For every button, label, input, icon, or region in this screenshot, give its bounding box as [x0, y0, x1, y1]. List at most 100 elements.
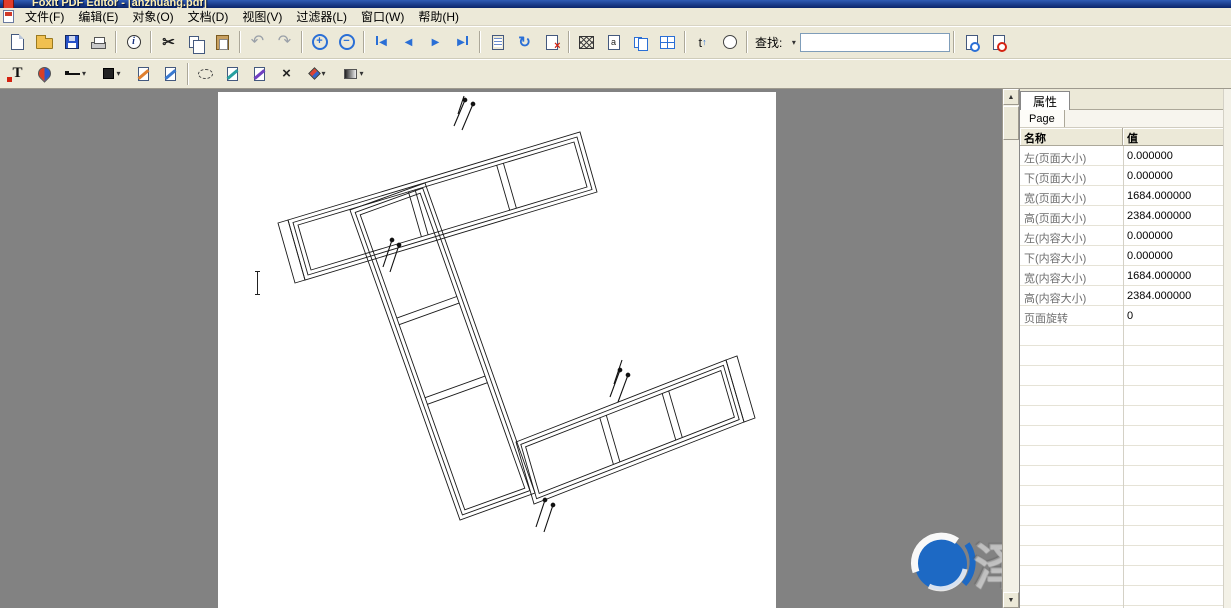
cut-icon: ✂ [162, 35, 175, 50]
property-name: 左(页面大小) [1020, 146, 1123, 165]
color-drop-button[interactable] [31, 61, 58, 86]
main-toolbar: i ✂ ↶ ↷ + − ◀ ◀ ▶ ▶ ↻ × a t↑ 查找: ▾ [0, 26, 1231, 59]
scroll-up-button[interactable]: ▲ [1003, 89, 1019, 105]
redo-button[interactable]: ↷ [271, 30, 298, 55]
text-tool-button[interactable]: T [4, 61, 31, 86]
property-row[interactable]: 高(内容大小) 2384.000000 [1020, 286, 1231, 306]
rotate-page-button[interactable]: ↻ [511, 30, 538, 55]
menu-bar: 文件(F) 编辑(E) 对象(O) 文档(D) 视图(V) 过滤器(L) 窗口(… [0, 8, 1231, 26]
toolbar-separator [187, 63, 189, 85]
name-column-header[interactable]: 名称 [1020, 128, 1123, 146]
property-row[interactable]: 高(页面大小) 2384.000000 [1020, 206, 1231, 226]
menu-object[interactable]: 对象(O) [125, 7, 180, 27]
property-row[interactable]: 下(内容大小) 0.000000 [1020, 246, 1231, 266]
two-page-icon [634, 37, 642, 48]
text-cursor [257, 271, 258, 295]
pdf-page[interactable] [218, 92, 776, 608]
text-tool-icon: T [12, 65, 22, 82]
property-row[interactable]: 页面旋转 0 [1020, 306, 1231, 326]
menu-help[interactable]: 帮助(H) [411, 7, 466, 27]
zoom-out-button[interactable]: − [333, 30, 360, 55]
menu-window[interactable]: 窗口(W) [354, 7, 411, 27]
scroll-down-button[interactable]: ▼ [1003, 592, 1019, 608]
multi-page-view-button[interactable] [654, 30, 681, 55]
panel-scroll-strip[interactable] [1223, 89, 1231, 608]
color-swatch-button[interactable]: ▾ [300, 61, 336, 86]
open-button[interactable] [31, 30, 58, 55]
property-row[interactable]: 宽(页面大小) 1684.000000 [1020, 186, 1231, 206]
transform-scale-icon [254, 67, 265, 81]
toolbar-separator [301, 31, 303, 53]
property-value[interactable]: 0 [1123, 306, 1223, 325]
lasso-select-button[interactable] [192, 61, 219, 86]
prev-page-button[interactable]: ◀ [395, 30, 422, 55]
find-options-button[interactable]: ▾ [785, 30, 800, 55]
property-value[interactable]: 0.000000 [1123, 246, 1223, 265]
last-page-icon: ▶ [457, 36, 468, 48]
document-info-button[interactable]: i [120, 30, 147, 55]
transform-rotate-button[interactable] [219, 61, 246, 86]
property-value[interactable]: 2384.000000 [1123, 206, 1223, 225]
first-page-button[interactable]: ◀ [368, 30, 395, 55]
zoom-in-button[interactable]: + [306, 30, 333, 55]
print-icon [91, 42, 106, 49]
scrollbar-thumb[interactable] [1003, 106, 1019, 140]
property-row[interactable]: 宽(内容大小) 1684.000000 [1020, 266, 1231, 286]
cut-button[interactable]: ✂ [155, 30, 182, 55]
properties-tab[interactable]: 属性 [1020, 91, 1070, 110]
transform-scale-button[interactable] [246, 61, 273, 86]
print-button[interactable] [85, 30, 112, 55]
copy-button[interactable] [182, 30, 209, 55]
search-next-button[interactable] [985, 30, 1012, 55]
undo-button[interactable]: ↶ [244, 30, 271, 55]
select-text-button[interactable]: a [600, 30, 627, 55]
menu-document[interactable]: 文档(D) [181, 7, 236, 27]
find-input[interactable] [800, 33, 950, 52]
edit-object-button[interactable] [130, 61, 157, 86]
menu-filter[interactable]: 过滤器(L) [289, 7, 354, 27]
find-label: 查找: [755, 34, 782, 51]
paste-button[interactable] [209, 30, 236, 55]
tab-page[interactable]: Page [1020, 110, 1065, 127]
column-divider[interactable] [1123, 146, 1124, 608]
search-document-button[interactable] [958, 30, 985, 55]
property-row[interactable]: 下(页面大小) 0.000000 [1020, 166, 1231, 186]
scrollbar-track[interactable] [1003, 140, 1019, 592]
open-folder-icon [36, 38, 53, 49]
gradient-button[interactable]: ▾ [336, 61, 372, 86]
property-value[interactable]: 1684.000000 [1123, 266, 1223, 285]
hatch-tool-button[interactable] [573, 30, 600, 55]
gradient-icon [344, 69, 357, 79]
delete-page-button[interactable]: × [538, 30, 565, 55]
property-value[interactable]: 0.000000 [1123, 226, 1223, 245]
fill-style-button[interactable]: ▾ [94, 61, 130, 86]
next-page-button[interactable]: ▶ [422, 30, 449, 55]
property-value[interactable]: 0.000000 [1123, 166, 1223, 185]
menu-view[interactable]: 视图(V) [235, 7, 289, 27]
two-page-view-button[interactable] [627, 30, 654, 55]
property-value[interactable]: 0.000000 [1123, 146, 1223, 165]
undo-icon: ↶ [251, 34, 264, 50]
last-page-button[interactable]: ▶ [449, 30, 476, 55]
page-thumbnails-button[interactable] [484, 30, 511, 55]
menu-edit[interactable]: 编辑(E) [71, 7, 125, 27]
new-document-button[interactable] [4, 30, 31, 55]
lasso-icon [198, 69, 213, 79]
edit-page-button[interactable] [157, 61, 184, 86]
text-up-button[interactable]: t↑ [689, 30, 716, 55]
menu-file[interactable]: 文件(F) [18, 7, 71, 27]
target-circle-button[interactable] [716, 30, 743, 55]
value-column-header[interactable]: 值 [1123, 128, 1231, 146]
empty-grid-rows [1020, 326, 1223, 608]
property-value[interactable]: 1684.000000 [1123, 186, 1223, 205]
property-value[interactable]: 2384.000000 [1123, 286, 1223, 305]
document-canvas[interactable]: 泽网 [0, 89, 1002, 608]
property-row[interactable]: 左(内容大小) 0.000000 [1020, 226, 1231, 246]
tools-button[interactable]: × [273, 61, 300, 86]
vertical-scrollbar[interactable]: ▲ ▼ [1002, 89, 1019, 608]
save-button[interactable] [58, 30, 85, 55]
line-style-button[interactable]: ▾ [58, 61, 94, 86]
paste-icon [216, 35, 229, 50]
property-row[interactable]: 左(页面大小) 0.000000 [1020, 146, 1231, 166]
four-page-icon [660, 36, 675, 49]
